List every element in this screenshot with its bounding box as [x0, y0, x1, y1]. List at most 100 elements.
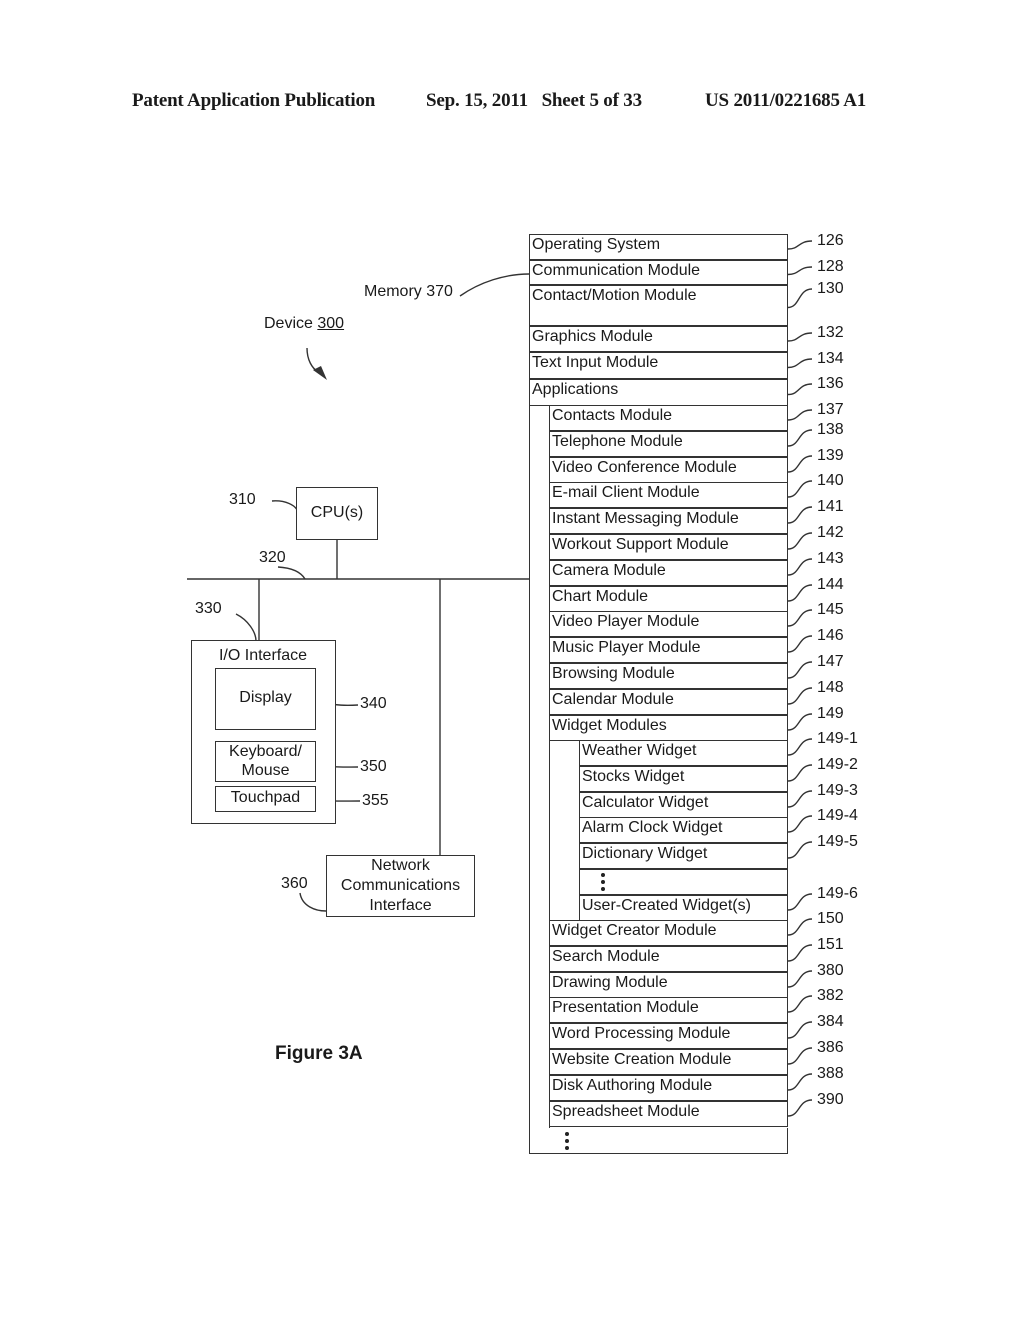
display-label: Display: [239, 689, 292, 706]
cpu-ref: 310: [229, 491, 256, 508]
module-ref: 149-4: [817, 807, 858, 824]
ref-leader: [787, 815, 813, 833]
module-label: Workout Support Module: [552, 536, 729, 553]
module-cell: Disk Authoring Module: [549, 1075, 788, 1101]
module-cell: Stocks Widget: [579, 766, 788, 792]
module-label: Stocks Widget: [582, 768, 685, 785]
ref-leader: [787, 1099, 813, 1117]
leader-370: [459, 273, 530, 297]
leader-320: [277, 566, 306, 580]
ref-leader: [787, 1047, 813, 1065]
module-ref: 138: [817, 421, 844, 438]
applications-ellipsis: [565, 1132, 569, 1153]
keyboard-ref: 350: [360, 758, 387, 775]
module-label: E-mail Client Module: [552, 484, 700, 501]
module-ref: 141: [817, 498, 844, 515]
ref-leader: [787, 409, 813, 421]
touchpad-ref: 355: [362, 792, 389, 809]
module-label: Widget Creator Module: [552, 922, 717, 939]
module-ref: 147: [817, 653, 844, 670]
ref-leader: [787, 738, 813, 756]
device-ref: 300: [317, 315, 345, 332]
module-label: Spreadsheet Module: [552, 1103, 700, 1120]
module-cell: Browsing Module: [549, 663, 788, 689]
module-ref: 150: [817, 910, 844, 927]
module-label: Browsing Module: [552, 665, 675, 682]
ref-leader: [787, 240, 813, 250]
ref-leader: [787, 609, 813, 627]
module-ref: 130: [817, 280, 844, 297]
module-cell: Text Input Module: [529, 352, 788, 379]
module-cell: Video Conference Module: [549, 457, 788, 483]
module-ref: 149-5: [817, 833, 858, 850]
module-label: Weather Widget: [582, 742, 697, 759]
device-arrow-head: [313, 366, 327, 380]
ref-leader: [787, 1073, 813, 1091]
module-cell: E-mail Client Module: [549, 482, 788, 508]
network-line1: Network: [371, 857, 430, 874]
module-ref: 140: [817, 472, 844, 489]
ref-leader: [787, 506, 813, 524]
module-label: Telephone Module: [552, 433, 683, 450]
display-ref: 340: [360, 695, 387, 712]
ref-leader: [787, 558, 813, 576]
module-cell: Widget Creator Module: [549, 920, 788, 946]
module-label: Graphics Module: [532, 328, 653, 345]
module-ref: 386: [817, 1039, 844, 1056]
ref-leader: [787, 584, 813, 602]
ref-leader: [787, 635, 813, 653]
module-ref: 151: [817, 936, 844, 953]
ref-leader: [787, 266, 813, 276]
module-cell: Contact/Motion Module: [529, 285, 788, 326]
module-ref: 380: [817, 962, 844, 979]
module-ref: 146: [817, 627, 844, 644]
network-line3: Interface: [369, 897, 432, 914]
module-label: Video Player Module: [552, 613, 700, 630]
module-cell: Instant Messaging Module: [549, 508, 788, 534]
leader-310: [271, 500, 299, 513]
ref-leader: [787, 790, 813, 808]
module-ref: 137: [817, 401, 844, 418]
module-label: Text Input Module: [532, 354, 659, 371]
memory-label: Memory 370: [364, 283, 453, 300]
ref-leader: [787, 532, 813, 550]
module-ref: 128: [817, 258, 844, 275]
module-cell: Spreadsheet Module: [549, 1101, 788, 1127]
module-cell: Applications: [529, 379, 788, 406]
module-cell: Camera Module: [549, 560, 788, 586]
ref-leader: [787, 455, 813, 473]
module-cell: Workout Support Module: [549, 534, 788, 560]
network-ref: 360: [281, 875, 308, 892]
module-cell: Search Module: [549, 946, 788, 972]
device-label-text: Device: [264, 315, 313, 332]
network-interface-box: Network Communications Interface: [326, 855, 475, 917]
module-ref: 149-2: [817, 756, 858, 773]
module-cell: Operating System: [529, 234, 788, 260]
ref-leader: [787, 944, 813, 962]
module-ref: 390: [817, 1091, 844, 1108]
module-label: Calendar Module: [552, 691, 674, 708]
module-ref: 149-1: [817, 730, 858, 747]
module-ref: 136: [817, 375, 844, 392]
leader-360: [299, 892, 327, 912]
bus-ref: 320: [259, 549, 286, 566]
module-cell: Chart Module: [549, 586, 788, 612]
module-ref: 149-3: [817, 782, 858, 799]
connector-lines: [187, 240, 813, 1117]
module-cell: Communication Module: [529, 260, 788, 285]
module-cell: Contacts Module: [549, 405, 788, 431]
module-label: Contact/Motion Module: [532, 287, 697, 304]
module-ref: 149: [817, 705, 844, 722]
display-box: Display: [215, 668, 316, 730]
mouse-label: Mouse: [241, 762, 290, 779]
module-cell: Graphics Module: [529, 326, 788, 352]
device-label: Device 300: [264, 315, 344, 333]
module-label: Video Conference Module: [552, 459, 737, 476]
module-label: Music Player Module: [552, 639, 701, 656]
module-label: Applications: [532, 381, 619, 398]
keyboard-mouse-box: Keyboard/ Mouse: [215, 741, 316, 782]
module-ref: 126: [817, 232, 844, 249]
module-cell: Video Player Module: [549, 611, 788, 637]
module-label: Camera Module: [552, 562, 666, 579]
touchpad-box: Touchpad: [215, 786, 316, 812]
